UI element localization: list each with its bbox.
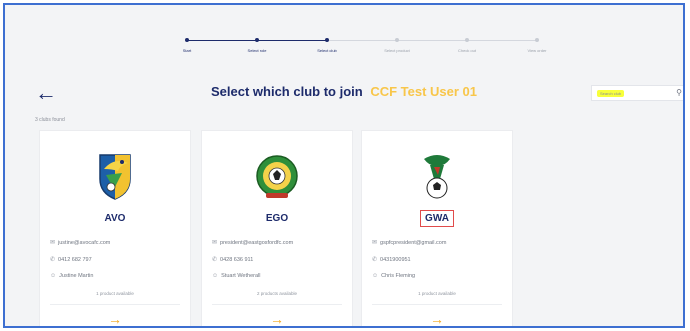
club-contact-text: Chris Fleming [381, 273, 416, 279]
step-dot [325, 38, 329, 42]
club-email-text: justine@avocafc.com [58, 240, 111, 246]
club-phone-text: 0431900951 [380, 257, 411, 263]
search-placeholder: Search club [597, 90, 625, 97]
step-select-product[interactable]: Select product [367, 33, 427, 53]
user-name: CCF Test User 01 [370, 84, 477, 99]
step-label: Check out [457, 48, 476, 53]
step-label: View order [527, 48, 547, 53]
arrow-right-icon: → [430, 311, 444, 327]
user-icon: ☺ [50, 273, 57, 279]
club-logo [362, 149, 512, 201]
step-check-out[interactable]: Check out [437, 33, 497, 53]
club-phone-text: 0428 636 911 [220, 257, 254, 263]
card-divider [50, 304, 180, 305]
phone-icon: ✆ [212, 257, 218, 263]
page-title: Select which club to join CCF Test User … [5, 84, 683, 99]
envelope-icon: ✉ [372, 240, 378, 246]
select-club-button[interactable]: → [202, 311, 352, 327]
club-email: ✉ gspfcpresident@gmail.com [372, 239, 504, 246]
step-dot [395, 38, 399, 42]
club-phone: ✆ 0431900951 [372, 256, 504, 263]
search-input[interactable]: Search club ⚲ [591, 85, 683, 101]
user-icon: ☺ [372, 273, 379, 279]
club-card-avo[interactable]: AVO ✉ justine@avocafc.com ✆ 0412 682 797 ☺… [39, 130, 191, 327]
select-club-button[interactable]: → [362, 311, 512, 327]
ego-crest-icon [256, 155, 298, 198]
gwa-crest-icon [424, 155, 450, 199]
envelope-icon: ✉ [50, 240, 56, 246]
club-name: AVO [104, 213, 126, 224]
card-divider [212, 304, 342, 305]
club-phone-text: 0412 682 797 [58, 257, 92, 263]
club-card-gwa[interactable]: GWA ✉ gspfcpresident@gmail.com ✆ 043190095… [361, 130, 513, 327]
arrow-right-icon: → [108, 311, 122, 327]
envelope-icon: ✉ [212, 240, 218, 246]
club-email: ✉ justine@avocafc.com [50, 239, 182, 246]
step-select-role[interactable]: Select role [227, 33, 287, 53]
club-phone: ✆ 0412 682 797 [50, 256, 182, 263]
club-contact: ☺ Justine Martin [50, 273, 182, 279]
progress-stepper: Start Select role Select club Select pro… [173, 33, 563, 55]
club-phone: ✆ 0428 636 911 [212, 256, 344, 263]
avo-crest-icon [99, 154, 131, 200]
club-name: EGO [265, 213, 289, 224]
step-start[interactable]: Start [157, 33, 217, 53]
club-logo [40, 149, 190, 201]
step-label: Select role [247, 48, 267, 53]
phone-icon: ✆ [50, 257, 56, 263]
step-label: Select club [317, 48, 337, 53]
club-email-text: president@eastgosfordfc.com [220, 240, 294, 246]
user-icon: ☺ [212, 273, 219, 279]
club-name-text: GWA [420, 210, 454, 227]
step-dot [465, 38, 469, 42]
step-view-order[interactable]: View order [507, 33, 567, 53]
step-dot [255, 38, 259, 42]
club-contact: ☺ Stuart Wetherall [212, 273, 344, 279]
club-card-ego[interactable]: EGO ✉ president@eastgosfordfc.com ✆ 0428 6… [201, 130, 353, 327]
arrow-right-icon: → [270, 311, 284, 327]
club-availability: 2 products available [256, 291, 298, 296]
club-availability: 1 product available [96, 291, 134, 296]
club-contact-text: Justine Martin [59, 273, 94, 279]
results-count: 3 clubs found [35, 117, 65, 123]
club-email: ✉ president@eastgosfordfc.com [212, 239, 344, 246]
club-name: GWA [362, 210, 512, 227]
card-divider [372, 304, 502, 305]
stepper-remaining-line [327, 40, 537, 41]
step-select-club[interactable]: Select club [297, 33, 357, 53]
step-label: Select product [384, 48, 410, 53]
step-dot [185, 38, 189, 42]
club-logo [202, 149, 352, 201]
club-contact-text: Stuart Wetherall [221, 273, 261, 279]
phone-icon: ✆ [372, 257, 378, 263]
club-email-text: gspfcpresident@gmail.com [380, 240, 447, 246]
search-icon[interactable]: ⚲ [676, 88, 682, 97]
club-availability: 1 product available [418, 291, 456, 296]
step-dot [535, 38, 539, 42]
page-title-text: Select which club to join [211, 84, 363, 99]
club-contact: ☺ Chris Fleming [372, 273, 504, 279]
step-label: Start [182, 48, 192, 53]
select-club-button[interactable]: → [40, 311, 190, 327]
app-window: Start Select role Select club Select pro… [3, 3, 685, 328]
